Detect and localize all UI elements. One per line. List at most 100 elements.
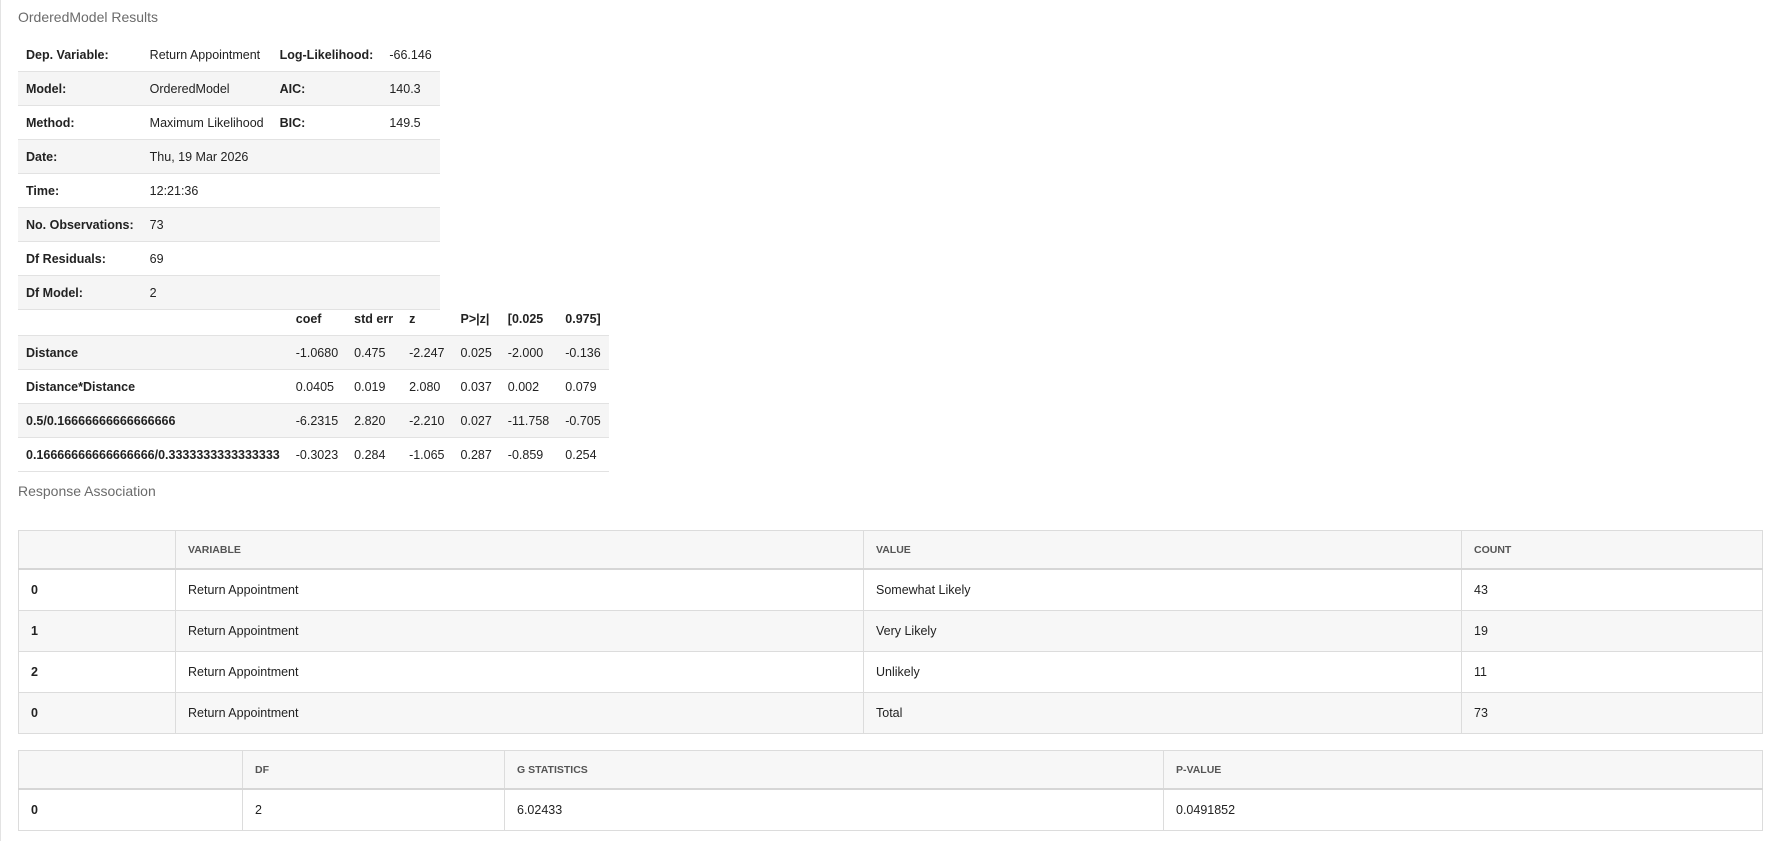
summary-label: Df Residuals: [18,241,142,276]
variable-cell: Return Appointment [175,569,864,611]
row-index: 1 [18,610,176,652]
table-row: 0 Return Appointment Somewhat Likely 43 [18,569,1763,611]
summary-value: Maximum Likelihood [141,105,272,140]
row-index: 0 [18,692,176,734]
table-row: 0 2 6.02433 0.0491852 [18,789,1763,831]
summary-value: -66.146 [381,38,440,72]
stats-header-index [18,750,243,790]
association-header-index [18,530,176,570]
coef-cell: 2.820 [346,403,402,438]
df-cell: 2 [242,789,505,831]
coef-row-label: Distance*Distance [18,369,288,404]
coef-cell: 0.475 [346,335,402,370]
summary-row: Date: Thu, 19 Mar 2026 [18,139,440,174]
variable-cell: Return Appointment [175,692,864,734]
coef-cell: -0.859 [499,437,558,472]
row-index: 2 [18,651,176,693]
p-value-cell: 0.0491852 [1163,789,1763,831]
coef-cell: -0.3023 [287,437,347,472]
coef-cell: 0.002 [499,369,558,404]
summary-empty [271,139,382,174]
table-row: 1 Return Appointment Very Likely 19 [18,610,1763,652]
coef-cell: 0.079 [557,369,609,404]
coef-row-label: 0.16666666666666666/0.3333333333333333 [18,437,288,472]
coef-row: 0.5/0.16666666666666666 -6.2315 2.820 -2… [18,403,609,438]
summary-label: Model: [18,71,142,106]
summary-value: Return Appointment [141,38,272,72]
summary-value: 140.3 [381,71,440,106]
coef-cell: -0.136 [557,335,609,370]
coef-row: Distance*Distance 0.0405 0.019 2.080 0.0… [18,369,609,404]
coef-cell: 0.027 [452,403,500,438]
summary-label: No. Observations: [18,207,142,242]
summary-label: BIC: [271,105,382,140]
coef-header-cell: 0.975] [557,302,609,336]
stats-header-g-statistics: G STATISTICS [504,750,1164,790]
coef-header-cell [18,302,288,336]
summary-empty [381,207,440,242]
coef-cell: -2.210 [401,403,453,438]
coef-cell: -2.000 [499,335,558,370]
stats-header-row: DF G STATISTICS P-VALUE [18,750,1763,790]
count-cell: 73 [1461,692,1763,734]
coef-header-cell: coef [287,302,347,336]
coef-cell: -2.247 [401,335,453,370]
association-table: VARIABLE VALUE COUNT 0 Return Appointmen… [18,530,1763,734]
summary-row: No. Observations: 73 [18,207,440,242]
model-summary-table: Dep. Variable: Return Appointment Log-Li… [18,38,440,310]
association-header-variable: VARIABLE [175,530,864,570]
summary-label: Log-Likelihood: [271,38,382,72]
coef-cell: 0.287 [452,437,500,472]
value-cell: Unlikely [863,651,1462,693]
summary-value: 73 [141,207,272,242]
coef-cell: -1.0680 [287,335,347,370]
left-border [0,0,1,841]
association-header-row: VARIABLE VALUE COUNT [18,530,1763,570]
summary-label: Time: [18,173,142,208]
g-statistic-cell: 6.02433 [504,789,1164,831]
association-header-count: COUNT [1461,530,1763,570]
summary-label: AIC: [271,71,382,106]
coef-row: Distance -1.0680 0.475 -2.247 0.025 -2.0… [18,335,609,370]
value-cell: Total [863,692,1462,734]
count-cell: 43 [1461,569,1763,611]
summary-label: Method: [18,105,142,140]
coef-header-cell: z [401,302,453,336]
summary-empty [381,139,440,174]
variable-cell: Return Appointment [175,651,864,693]
coef-row: 0.16666666666666666/0.3333333333333333 -… [18,437,609,472]
coef-cell: 0.025 [452,335,500,370]
summary-empty [271,241,382,276]
table-row: 2 Return Appointment Unlikely 11 [18,651,1763,693]
association-title: Response Association [18,483,156,499]
stats-header-p-value: P-VALUE [1163,750,1763,790]
coefficient-table: coef std err z P>|z| [0.025 0.975] Dista… [18,302,609,472]
coef-cell: -0.705 [557,403,609,438]
row-index: 0 [18,789,243,831]
summary-value: OrderedModel [141,71,272,106]
summary-value: 12:21:36 [141,173,272,208]
coef-cell: 0.254 [557,437,609,472]
summary-row: Dep. Variable: Return Appointment Log-Li… [18,38,440,72]
g-statistics-table: DF G STATISTICS P-VALUE 0 2 6.02433 0.04… [18,750,1763,831]
coef-header-cell: [0.025 [499,302,558,336]
summary-value: Thu, 19 Mar 2026 [141,139,272,174]
coef-cell: 0.037 [452,369,500,404]
count-cell: 11 [1461,651,1763,693]
row-index: 0 [18,569,176,611]
summary-label: Dep. Variable: [18,38,142,72]
summary-empty [271,173,382,208]
results-title: OrderedModel Results [18,9,159,25]
summary-row: Df Residuals: 69 [18,241,440,276]
coef-cell: 0.0405 [287,369,347,404]
variable-cell: Return Appointment [175,610,864,652]
summary-value: 149.5 [381,105,440,140]
summary-empty [381,173,440,208]
coef-header-cell: P>|z| [452,302,500,336]
summary-row: Method: Maximum Likelihood BIC: 149.5 [18,105,440,140]
summary-row: Model: OrderedModel AIC: 140.3 [18,71,440,106]
summary-row: Time: 12:21:36 [18,173,440,208]
coef-cell: -6.2315 [287,403,347,438]
coef-header-cell: std err [346,302,402,336]
table-row: 0 Return Appointment Total 73 [18,692,1763,734]
